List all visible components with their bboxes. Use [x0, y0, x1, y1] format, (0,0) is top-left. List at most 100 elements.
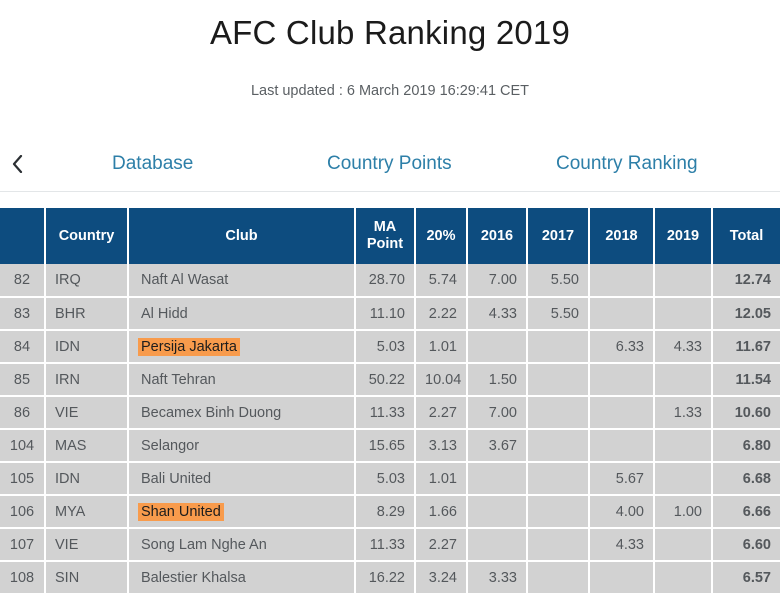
cell-y2016: [467, 330, 528, 364]
cell-y2018: [589, 561, 655, 594]
cell-club[interactable]: Selangor: [128, 429, 356, 463]
column-header-total[interactable]: Total: [712, 208, 780, 264]
cell-y2016: [467, 495, 528, 529]
cell-country: IRN: [45, 363, 129, 397]
cell-ma: 16.22: [355, 561, 416, 594]
cell-y2017: [527, 462, 590, 496]
cell-club[interactable]: Balestier Khalsa: [128, 561, 356, 594]
cell-rank: 83: [0, 297, 46, 331]
column-header-2018[interactable]: 2018: [589, 208, 655, 264]
column-header-2016[interactable]: 2016: [467, 208, 528, 264]
cell-y2018: [589, 264, 655, 298]
tab-country-points[interactable]: Country Points: [327, 136, 452, 191]
table-row[interactable]: 83 BHR Al Hidd 11.10 2.22 4.33 5.50 12.05: [0, 297, 780, 331]
cell-y2018: [589, 429, 655, 463]
table-row[interactable]: 105 IDN Bali United 5.03 1.01 5.67 6.68: [0, 462, 780, 496]
cell-rank: 108: [0, 561, 46, 594]
column-header-club[interactable]: Club: [128, 208, 356, 264]
table-row[interactable]: 107 VIE Song Lam Nghe An 11.33 2.27 4.33 6.60: [0, 528, 780, 562]
column-header-ma-point[interactable]: MA Point: [355, 208, 416, 264]
cell-y2017: [527, 396, 590, 430]
cell-pct: 2.27: [415, 528, 468, 562]
column-header-20pct[interactable]: 20%: [415, 208, 468, 264]
cell-club[interactable]: Shan United: [128, 495, 356, 529]
column-header-rank[interactable]: [0, 208, 46, 264]
cell-country: MAS: [45, 429, 129, 463]
cell-y2019: [654, 264, 713, 298]
cell-y2016: 7.00: [467, 264, 528, 298]
cell-club[interactable]: Persija Jakarta: [128, 330, 356, 364]
tab-database[interactable]: Database: [112, 136, 193, 191]
cell-country: BHR: [45, 297, 129, 331]
cell-y2017: [527, 561, 590, 594]
table-body: 82 IRQ Naft Al Wasat 28.70 5.74 7.00 5.50 12.74…: [0, 264, 780, 594]
cell-ma: 11.33: [355, 528, 416, 562]
cell-y2017: [527, 363, 590, 397]
column-header-country[interactable]: Country: [45, 208, 129, 264]
cell-rank: 106: [0, 495, 46, 529]
club-name: Selangor: [141, 437, 200, 454]
cell-y2017: [527, 330, 590, 364]
column-header-2019[interactable]: 2019: [654, 208, 713, 264]
cell-club[interactable]: Song Lam Nghe An: [128, 528, 356, 562]
tab-country-ranking[interactable]: Country Ranking: [556, 136, 698, 191]
club-name: Song Lam Nghe An: [141, 536, 267, 553]
table-row[interactable]: 82 IRQ Naft Al Wasat 28.70 5.74 7.00 5.50 12.74: [0, 264, 780, 298]
cell-y2019: [654, 528, 713, 562]
page-root: AFC Club Ranking 2019 Last updated : 6 M…: [0, 0, 780, 594]
cell-y2017: 5.50: [527, 264, 590, 298]
cell-club[interactable]: Naft Tehran: [128, 363, 356, 397]
cell-y2018: [589, 396, 655, 430]
cell-club[interactable]: Becamex Binh Duong: [128, 396, 356, 430]
cell-pct: 2.22: [415, 297, 468, 331]
cell-y2016: 7.00: [467, 396, 528, 430]
cell-pct: 1.01: [415, 330, 468, 364]
cell-club[interactable]: Naft Al Wasat: [128, 264, 356, 298]
cell-ma: 11.33: [355, 396, 416, 430]
cell-total: 11.67: [712, 330, 780, 364]
club-name: Balestier Khalsa: [141, 569, 246, 586]
cell-total: 6.60: [712, 528, 780, 562]
cell-y2016: 4.33: [467, 297, 528, 331]
cell-y2019: 1.33: [654, 396, 713, 430]
cell-ma: 28.70: [355, 264, 416, 298]
cell-ma: 11.10: [355, 297, 416, 331]
table-row[interactable]: 108 SIN Balestier Khalsa 16.22 3.24 3.33 6.57: [0, 561, 780, 594]
column-header-2017[interactable]: 2017: [527, 208, 590, 264]
cell-club[interactable]: Bali United: [128, 462, 356, 496]
cell-y2016: [467, 462, 528, 496]
cell-pct: 1.66: [415, 495, 468, 529]
cell-rank: 86: [0, 396, 46, 430]
chevron-left-icon[interactable]: [4, 136, 30, 191]
table-row[interactable]: 85 IRN Naft Tehran 50.22 10.04 1.50 11.54: [0, 363, 780, 397]
cell-y2018: 6.33: [589, 330, 655, 364]
cell-y2019: [654, 363, 713, 397]
cell-y2017: [527, 495, 590, 529]
club-name: Bali United: [141, 470, 212, 487]
cell-y2017: [527, 528, 590, 562]
cell-pct: 10.04: [415, 363, 468, 397]
cell-rank: 107: [0, 528, 46, 562]
cell-country: SIN: [45, 561, 129, 594]
table-row[interactable]: 84 IDN Persija Jakarta 5.03 1.01 6.33 4.33 11.6…: [0, 330, 780, 364]
table-header-row: Country Club MA Point 20% 2016 2017 2018…: [0, 208, 780, 264]
cell-country: IDN: [45, 462, 129, 496]
cell-total: 12.05: [712, 297, 780, 331]
club-name: Becamex Binh Duong: [141, 404, 282, 421]
cell-pct: 3.13: [415, 429, 468, 463]
cell-y2016: [467, 528, 528, 562]
cell-y2018: 4.33: [589, 528, 655, 562]
cell-club[interactable]: Al Hidd: [128, 297, 356, 331]
cell-ma: 50.22: [355, 363, 416, 397]
table-row[interactable]: 104 MAS Selangor 15.65 3.13 3.67 6.80: [0, 429, 780, 463]
cell-y2018: [589, 363, 655, 397]
nav-tabs-bar: Database Country Points Country Ranking: [0, 136, 780, 192]
cell-rank: 104: [0, 429, 46, 463]
table-header: Country Club MA Point 20% 2016 2017 2018…: [0, 208, 780, 264]
club-name: Naft Tehran: [141, 371, 216, 388]
cell-country: MYA: [45, 495, 129, 529]
ranking-table-container: Country Club MA Point 20% 2016 2017 2018…: [0, 208, 780, 594]
table-row[interactable]: 86 VIE Becamex Binh Duong 11.33 2.27 7.00 1.33…: [0, 396, 780, 430]
cell-y2018: 5.67: [589, 462, 655, 496]
table-row[interactable]: 106 MYA Shan United 8.29 1.66 4.00 1.00 6.66: [0, 495, 780, 529]
